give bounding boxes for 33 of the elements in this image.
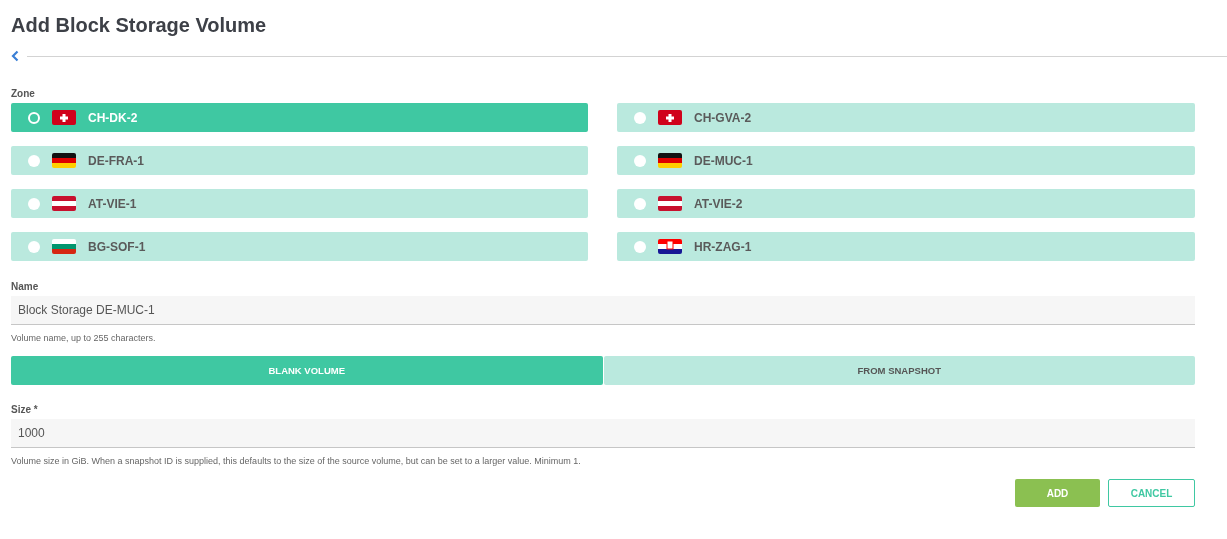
radio-button[interactable] [634,240,646,253]
name-help-text: Volume name, up to 255 characters. [11,333,157,343]
flag-icon [658,239,682,254]
back-icon[interactable] [11,50,19,62]
zone-option[interactable]: DE-MUC-1 [617,146,1195,175]
zone-option[interactable]: BG-SOF-1 [11,232,588,261]
zone-option[interactable]: HR-ZAG-1 [617,232,1195,261]
zone-label: Zone [11,88,36,99]
zone-option[interactable]: AT-VIE-1 [11,189,588,218]
page-title: Add Block Storage Volume [11,14,268,38]
zone-option[interactable]: CH-GVA-2 [617,103,1195,132]
flag-icon [658,153,682,168]
source-tab[interactable]: FROM SNAPSHOT [603,356,1195,385]
size-field[interactable]: 1000 [11,419,1195,448]
radio-button[interactable] [28,240,40,253]
flag-icon [52,110,76,125]
flag-icon [52,239,76,254]
size-label: Size * [11,404,39,415]
size-help-text: Volume size in GiB. When a snapshot ID is supplied, this defaults to the size of the source volume, but can be set to a larger value. Minimum 1. [11,456,582,466]
radio-button[interactable] [28,197,40,210]
name-label: Name [11,281,40,292]
zone-option[interactable]: DE-FRA-1 [11,146,588,175]
zone-option[interactable]: AT-VIE-2 [617,189,1195,218]
radio-button[interactable] [634,154,646,167]
flag-icon [658,196,682,211]
flag-icon [52,153,76,168]
radio-button[interactable] [634,197,646,210]
name-field[interactable]: Block Storage DE-MUC-1 [11,296,1195,325]
radio-button[interactable] [28,154,40,167]
flag-icon [658,110,682,125]
radio-button[interactable] [634,111,646,124]
radio-button[interactable] [28,111,40,124]
flag-icon [52,196,76,211]
